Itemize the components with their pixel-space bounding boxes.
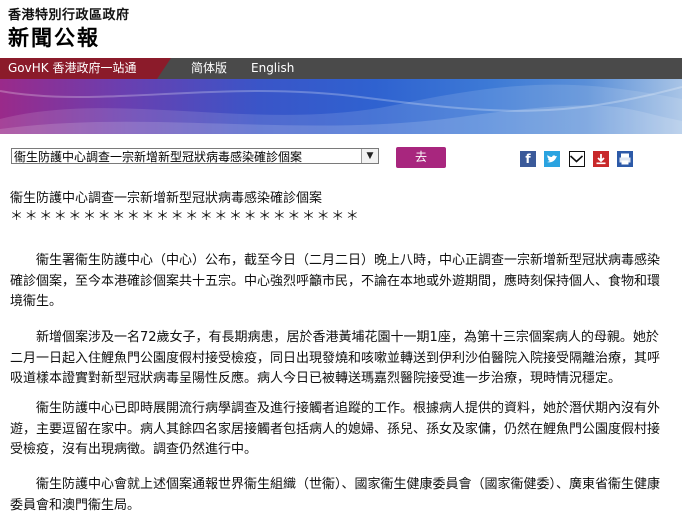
article-title: 衞生防護中心調查一宗新增新型冠狀病毒感染確診個案 <box>10 191 323 206</box>
article-separator: ＊＊＊＊＊＊＊＊＊＊＊＊＊＊＊＊＊＊＊＊＊＊＊＊ <box>10 209 361 224</box>
nav-separator <box>157 58 171 79</box>
top-navigation: GovHK 香港政府一站通 简体版 English <box>0 58 682 79</box>
email-icon[interactable] <box>569 151 585 167</box>
download-icon[interactable] <box>593 151 609 167</box>
select-value: 衞生防護中心調查一宗新增新型冠狀病毒感染確診個案 <box>14 150 303 164</box>
go-button[interactable]: 去 <box>396 147 446 168</box>
banner-wave-graphic <box>0 84 682 134</box>
govhk-link[interactable]: GovHK 香港政府一站通 <box>0 58 157 79</box>
article-paragraph-1: 衞生署衞生防護中心（中心）公布，截至今日（二月二日）晚上八時，中心正調查一宗新增… <box>10 253 661 309</box>
government-name: 香港特別行政區政府 <box>8 8 130 23</box>
article-paragraph-2: 新增個案涉及一名72歲女子，有長期病患，居於香港黃埔花園十一期1座，為第十三宗個… <box>10 330 661 386</box>
facebook-icon[interactable]: f <box>520 151 536 167</box>
twitter-icon[interactable] <box>544 151 560 167</box>
site-header: 香港特別行政區政府 新聞公報 <box>0 0 682 58</box>
chevron-down-icon[interactable]: ▼ <box>361 149 378 163</box>
site-title[interactable]: 新聞公報 <box>8 22 100 52</box>
print-icon[interactable] <box>617 151 633 167</box>
article-paragraph-4: 衞生防護中心會就上述個案通報世界衞生組織（世衞）、國家衞生健康委員會（國家衞健委… <box>10 477 661 513</box>
article-paragraph-3: 衞生防護中心已即時展開流行病學調查及進行接觸者追蹤的工作。根據病人提供的資料，她… <box>10 401 661 457</box>
decorative-banner <box>0 79 682 134</box>
simplified-chinese-link[interactable]: 简体版 <box>191 58 227 79</box>
english-link[interactable]: English <box>251 58 294 79</box>
press-release-select[interactable]: 衞生防護中心調查一宗新增新型冠狀病毒感染確診個案 ▼ <box>11 148 379 164</box>
